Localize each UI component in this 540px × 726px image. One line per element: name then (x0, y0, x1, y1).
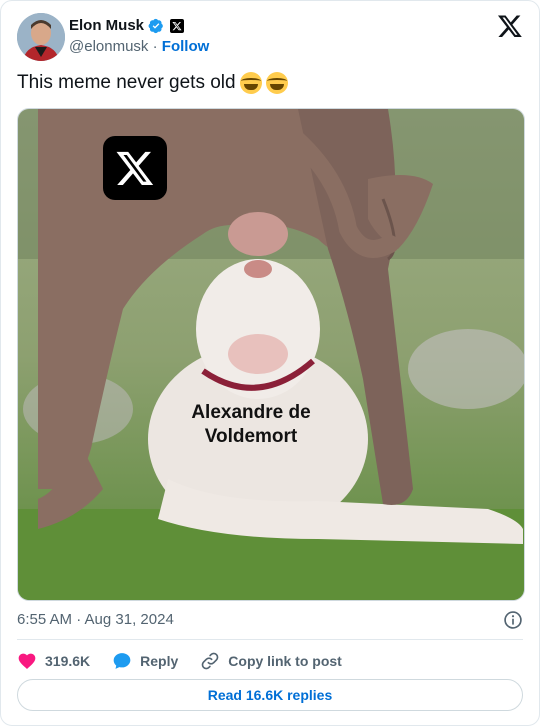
heart-icon (18, 653, 36, 669)
x-logo-icon[interactable] (497, 13, 523, 39)
tweet-card: Elon Musk @elonmusk · Follow This meme n… (0, 0, 540, 726)
x-affiliate-icon (170, 18, 185, 33)
meme-caption: Alexandre de Voldemort (158, 401, 344, 449)
copy-link-label: Copy link to post (228, 653, 342, 669)
meme-caption-line: Voldemort (204, 426, 298, 447)
separator: · (152, 38, 158, 55)
like-count: 319.6K (45, 653, 91, 669)
tweet-media[interactable]: Alexandre de Voldemort (17, 108, 525, 601)
like-button[interactable]: 319.6K (17, 651, 90, 671)
link-icon (201, 652, 219, 670)
tweet-header: Elon Musk @elonmusk · Follow (17, 13, 523, 61)
avatar[interactable] (17, 13, 65, 61)
copy-link-button[interactable]: Copy link to post (200, 651, 342, 671)
info-icon[interactable] (503, 610, 523, 630)
follow-button[interactable]: Follow (162, 38, 210, 55)
author-handle[interactable]: @elonmusk (69, 38, 148, 55)
meme-caption-line: Alexandre de (191, 402, 311, 423)
tweet-body: This meme never gets old (17, 72, 236, 93)
rofl-emoji-icon (239, 72, 262, 94)
handle-row: @elonmusk · Follow (69, 38, 209, 55)
tweet-timestamp[interactable]: 6:55 AM · Aug 31, 2024 (17, 611, 174, 628)
divider (17, 639, 523, 640)
verified-badge-icon (148, 18, 163, 33)
meme-photo (18, 109, 524, 600)
reply-bubble-icon (113, 653, 131, 669)
tweet-text: This meme never gets old (17, 72, 288, 94)
author-name[interactable]: Elon Musk (69, 17, 144, 34)
name-row: Elon Musk (69, 17, 185, 34)
reply-label: Reply (140, 653, 179, 669)
tweet-actions: 319.6K Reply Copy link to post (17, 649, 342, 673)
reply-button[interactable]: Reply (112, 651, 178, 671)
read-replies-label: Read 16.6K replies (207, 687, 333, 703)
rofl-emoji-icon (265, 72, 288, 94)
x-logo-icon (103, 136, 167, 200)
read-replies-button[interactable]: Read 16.6K replies (17, 679, 523, 711)
